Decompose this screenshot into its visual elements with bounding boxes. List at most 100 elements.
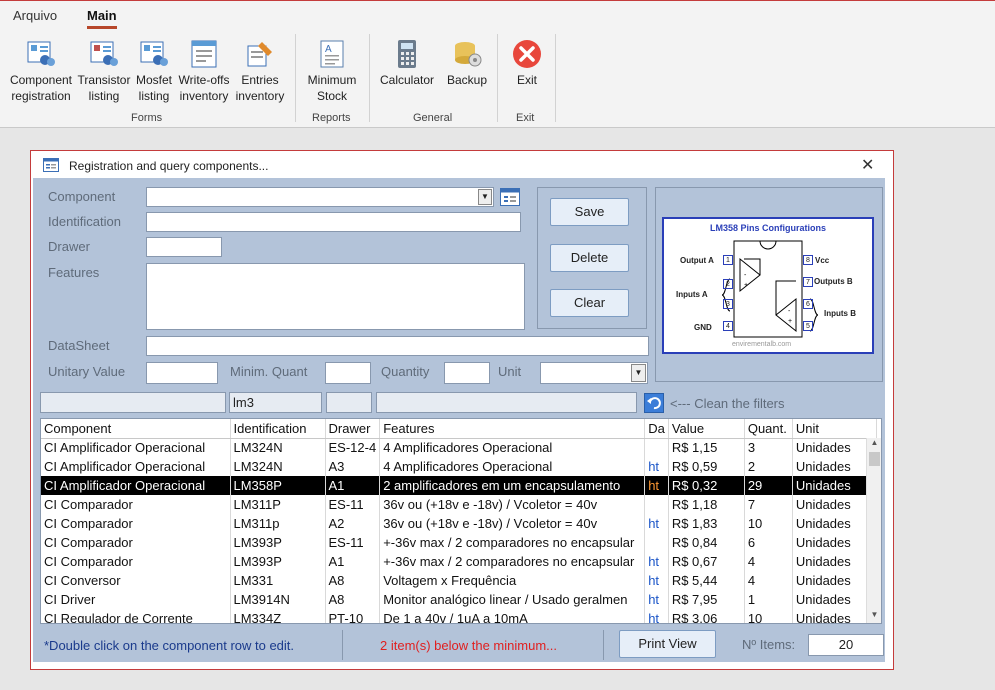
cell-quantity[interactable]: 1	[744, 590, 793, 609]
cell-datasheet[interactable]: ht	[644, 609, 669, 623]
table-row[interactable]: CI Amplificador Operacional LM324N ES-12-4…	[41, 438, 877, 457]
cell-features[interactable]: 4 Amplificadores Operacional	[379, 438, 646, 457]
cell-datasheet[interactable]: ht	[644, 552, 669, 571]
cell-value[interactable]: R$ 1,83	[668, 514, 745, 533]
component-combobox[interactable]	[146, 187, 494, 207]
clear-button[interactable]: Clear	[550, 289, 629, 317]
cell-unit[interactable]: Unidades	[792, 552, 877, 571]
cell-component[interactable]: CI Comparador	[41, 514, 231, 533]
cell-value[interactable]: R$ 7,95	[668, 590, 745, 609]
cell-datasheet[interactable]	[644, 533, 669, 552]
backup-button[interactable]: Backup	[444, 38, 490, 88]
table-row[interactable]: CI Comparador LM311p A2 36v ou (+18v e -18v…	[41, 514, 877, 533]
cell-value[interactable]: R$ 1,15	[668, 438, 745, 457]
cell-unit[interactable]: Unidades	[792, 533, 877, 552]
close-icon[interactable]: ✕	[861, 155, 874, 175]
cell-drawer[interactable]: PT-10	[325, 609, 381, 623]
cell-component[interactable]: CI Regulador de Corrente	[41, 609, 231, 623]
cell-identification[interactable]: LM393P	[230, 552, 326, 571]
mosfet-listing-button[interactable]: Mosfet listing	[132, 38, 176, 104]
cell-unit[interactable]: Unidades	[792, 476, 877, 495]
drawer-input[interactable]	[146, 237, 222, 257]
cell-quantity[interactable]: 3	[744, 438, 793, 457]
cell-value[interactable]: R$ 3,06	[668, 609, 745, 623]
cell-value[interactable]: R$ 1,18	[668, 495, 745, 514]
cell-identification[interactable]: LM393P	[230, 533, 326, 552]
scroll-up-icon[interactable]: ▲	[867, 438, 881, 450]
filter-identification-input[interactable]: lm3	[229, 392, 322, 413]
cell-quantity[interactable]: 4	[744, 552, 793, 571]
cell-features[interactable]: De 1 a 40v / 1uA a 10mA	[379, 609, 646, 623]
cell-quantity[interactable]: 4	[744, 571, 793, 590]
calculator-button[interactable]: Calculator	[376, 38, 438, 88]
column-header-component[interactable]: Component	[41, 419, 231, 439]
table-row[interactable]: CI Driver LM3914N A8 Monitor analógico line…	[41, 590, 877, 609]
table-row[interactable]: CI Conversor LM331 A8 Voltagem x Frequência…	[41, 571, 877, 590]
undo-icon[interactable]	[644, 393, 664, 413]
table-row[interactable]: CI Comparador LM311P ES-11 36v ou (+18v e -…	[41, 495, 877, 514]
transistor-listing-button[interactable]: Transistor listing	[76, 38, 132, 104]
cell-features[interactable]: +-36v max / 2 comparadores no encapsular	[379, 552, 646, 571]
cell-drawer[interactable]: A1	[325, 476, 381, 495]
column-header-drawer[interactable]: Drawer	[325, 419, 381, 439]
cell-drawer[interactable]: A2	[325, 514, 381, 533]
tab-main[interactable]: Main	[87, 8, 117, 23]
cell-drawer[interactable]: A1	[325, 552, 381, 571]
column-header-unit[interactable]: Unit	[792, 419, 877, 439]
exit-button[interactable]: Exit	[507, 38, 547, 88]
scroll-thumb[interactable]	[869, 452, 880, 466]
column-header-features[interactable]: Features	[379, 419, 646, 439]
column-header-identification[interactable]: Identification	[230, 419, 326, 439]
table-row[interactable]: CI Comparador LM393P A1 +-36v max / 2 compa…	[41, 552, 877, 571]
cell-drawer[interactable]: A3	[325, 457, 381, 476]
quantity-input[interactable]	[444, 362, 490, 384]
chevron-down-icon[interactable]: ▼	[478, 189, 492, 205]
vertical-scrollbar[interactable]: ▲ ▼	[866, 438, 881, 623]
identification-input[interactable]	[146, 212, 521, 232]
cell-component[interactable]: CI Driver	[41, 590, 231, 609]
print-view-button[interactable]: Print View	[619, 630, 716, 658]
cell-value[interactable]: R$ 0,59	[668, 457, 745, 476]
cell-datasheet[interactable]: ht	[644, 514, 669, 533]
cell-identification[interactable]: LM311P	[230, 495, 326, 514]
cell-features[interactable]: +-36v max / 2 comparadores no encapsular	[379, 533, 646, 552]
filter-drawer-input[interactable]	[326, 392, 372, 413]
cell-unit[interactable]: Unidades	[792, 457, 877, 476]
cell-datasheet[interactable]	[644, 438, 669, 457]
cell-value[interactable]: R$ 0,67	[668, 552, 745, 571]
cell-component[interactable]: CI Conversor	[41, 571, 231, 590]
cell-quantity[interactable]: 10	[744, 514, 793, 533]
column-header-quantity[interactable]: Quant.	[744, 419, 793, 439]
save-button[interactable]: Save	[550, 198, 629, 226]
cell-component[interactable]: CI Amplificador Operacional	[41, 476, 231, 495]
cell-identification[interactable]: LM334Z	[230, 609, 326, 623]
cell-component[interactable]: CI Comparador	[41, 533, 231, 552]
cell-quantity[interactable]: 2	[744, 457, 793, 476]
open-list-icon[interactable]	[500, 188, 520, 206]
clean-filters-label[interactable]: <--- Clean the filters	[670, 396, 785, 411]
table-row[interactable]: CI Amplificador Operacional LM358P A1 2 amp…	[41, 476, 877, 495]
cell-value[interactable]: R$ 0,32	[668, 476, 745, 495]
column-header-value[interactable]: Value	[668, 419, 745, 439]
table-row[interactable]: CI Comparador LM393P ES-11 +-36v max / 2 co…	[41, 533, 877, 552]
filter-component-input[interactable]	[40, 392, 226, 413]
minim-quant-input[interactable]	[325, 362, 371, 384]
cell-unit[interactable]: Unidades	[792, 438, 877, 457]
cell-drawer[interactable]: ES-12-4	[325, 438, 381, 457]
cell-datasheet[interactable]	[644, 495, 669, 514]
cell-identification[interactable]: LM324N	[230, 438, 326, 457]
cell-value[interactable]: R$ 0,84	[668, 533, 745, 552]
entries-inventory-button[interactable]: Entries inventory	[232, 38, 288, 104]
component-registration-button[interactable]: Component registration	[6, 38, 76, 104]
cell-component[interactable]: CI Comparador	[41, 495, 231, 514]
cell-drawer[interactable]: ES-11	[325, 533, 381, 552]
delete-button[interactable]: Delete	[550, 244, 629, 272]
cell-drawer[interactable]: A8	[325, 571, 381, 590]
cell-datasheet[interactable]: ht	[644, 590, 669, 609]
cell-drawer[interactable]: ES-11	[325, 495, 381, 514]
cell-identification[interactable]: LM331	[230, 571, 326, 590]
cell-features[interactable]: 36v ou (+18v e -18v) / Vcoletor = 40v	[379, 514, 646, 533]
filter-features-input[interactable]	[376, 392, 637, 413]
writeoffs-inventory-button[interactable]: Write-offs inventory	[176, 38, 232, 104]
cell-value[interactable]: R$ 5,44	[668, 571, 745, 590]
